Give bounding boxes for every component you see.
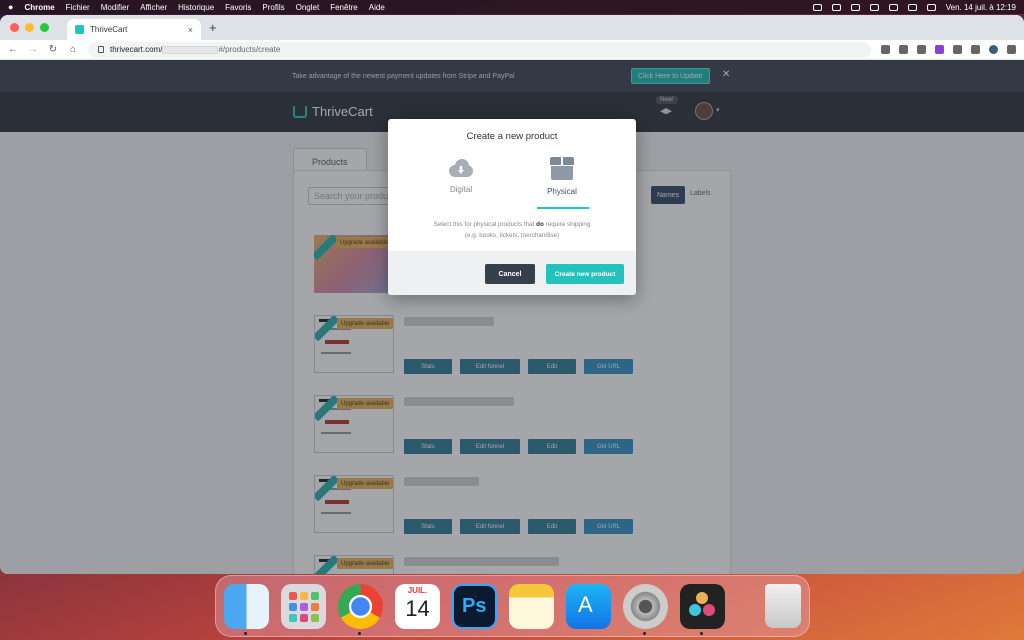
- option-digital-label: Digital: [449, 185, 473, 194]
- help-text-examples: (e.g. books, tickets, merchandise): [464, 232, 560, 239]
- macos-dock: JUIL. 14 Ps A: [215, 575, 810, 637]
- option-digital[interactable]: Digital: [421, 157, 501, 194]
- davinci-resolve-icon[interactable]: [680, 583, 725, 635]
- tab-title: ThriveCart: [90, 25, 128, 34]
- puzzle-icon[interactable]: [953, 45, 962, 54]
- menu-datetime[interactable]: Ven. 14 juil. à 12:19: [946, 3, 1016, 12]
- apple-menu-icon[interactable]: ●: [8, 2, 13, 12]
- cancel-button[interactable]: Cancel: [485, 264, 535, 284]
- tab-close-icon[interactable]: ×: [188, 25, 193, 35]
- menu-onglet[interactable]: Onglet: [296, 3, 320, 12]
- photoshop-icon[interactable]: Ps: [452, 583, 497, 629]
- calendar-day: 14: [405, 595, 430, 621]
- maximize-window-button[interactable]: [40, 23, 49, 32]
- create-product-modal: Create a new product Digital Physical Se…: [388, 119, 636, 295]
- option-help-text: Select this for physical products that d…: [388, 219, 636, 241]
- tab-strip: ThriveCart × +: [0, 15, 1024, 40]
- extension-toolbar: [881, 45, 1016, 54]
- menu-modifier[interactable]: Modifier: [101, 3, 129, 12]
- app-store-icon[interactable]: A: [566, 583, 611, 629]
- product-type-options: Digital Physical: [388, 157, 636, 209]
- extension-icon[interactable]: [935, 45, 944, 54]
- browser-window: ThriveCart × + ← → ↻ ⌂ thrivecart.com/ #/…: [0, 15, 1024, 574]
- kebab-menu-icon[interactable]: [1007, 45, 1016, 54]
- menu-historique[interactable]: Historique: [178, 3, 214, 12]
- help-text-emphasis: do: [536, 221, 544, 228]
- url-path: #/products/create: [218, 45, 281, 54]
- minimize-window-button[interactable]: [25, 23, 34, 32]
- trash-icon[interactable]: [765, 584, 801, 628]
- calendar-icon[interactable]: JUIL. 14: [395, 583, 440, 629]
- spotlight-icon[interactable]: [907, 3, 917, 11]
- notes-icon[interactable]: [509, 583, 554, 629]
- macos-menu-bar: ● Chrome Fichier Modifier Afficher Histo…: [0, 0, 1024, 14]
- selected-indicator: [537, 207, 589, 209]
- help-text-end: require shipping: [543, 221, 591, 228]
- modal-title: Create a new product: [466, 131, 558, 142]
- forward-icon[interactable]: →: [28, 44, 38, 55]
- control-center-icon[interactable]: [926, 3, 936, 11]
- bookmark-star-icon[interactable]: [899, 45, 908, 54]
- menu-favoris[interactable]: Favoris: [225, 3, 251, 12]
- modal-footer: Cancel Create new product: [388, 251, 636, 295]
- help-text-start: Select this for physical products that: [433, 221, 537, 228]
- menu-fichier[interactable]: Fichier: [66, 3, 90, 12]
- system-preferences-icon[interactable]: [623, 583, 668, 635]
- profile-avatar[interactable]: [989, 45, 998, 54]
- menu-aide[interactable]: Aide: [369, 3, 385, 12]
- status-icon[interactable]: [831, 3, 841, 11]
- new-tab-button[interactable]: +: [209, 20, 217, 35]
- url-host: thrivecart.com/: [110, 45, 163, 54]
- status-icon[interactable]: [812, 3, 822, 11]
- menu-fenetre[interactable]: Fenêtre: [330, 3, 358, 12]
- finder-icon[interactable]: [224, 583, 269, 635]
- back-icon[interactable]: ←: [8, 44, 18, 55]
- reload-icon[interactable]: ↻: [48, 44, 58, 55]
- url-input[interactable]: thrivecart.com/ #/products/create: [88, 41, 871, 58]
- chrome-icon[interactable]: [338, 583, 383, 635]
- extension-icon[interactable]: [917, 45, 926, 54]
- lock-icon[interactable]: [98, 46, 104, 53]
- cloud-download-icon: [447, 157, 475, 179]
- launchpad-icon[interactable]: [281, 583, 326, 629]
- wifi-icon[interactable]: [888, 3, 898, 11]
- redacted-url-segment: [162, 45, 219, 54]
- box-icon: [550, 157, 574, 181]
- address-bar: ← → ↻ ⌂ thrivecart.com/ #/products/create: [0, 40, 1024, 60]
- photoshop-label: Ps: [462, 594, 487, 617]
- web-page: Take advantage of the newest payment upd…: [0, 60, 1024, 574]
- option-physical-label: Physical: [547, 187, 577, 196]
- calendar-month: JUIL.: [407, 585, 428, 595]
- window-controls: [10, 23, 49, 32]
- menu-profils[interactable]: Profils: [262, 3, 284, 12]
- battery-icon[interactable]: [869, 3, 879, 11]
- create-product-button[interactable]: Create new product: [546, 264, 624, 284]
- menu-app-name[interactable]: Chrome: [24, 3, 54, 12]
- option-physical[interactable]: Physical: [522, 157, 602, 209]
- menu-afficher[interactable]: Afficher: [140, 3, 167, 12]
- close-window-button[interactable]: [10, 23, 19, 32]
- home-icon[interactable]: ⌂: [68, 44, 78, 55]
- bluetooth-icon[interactable]: [850, 3, 860, 11]
- browser-tab-thrivecart[interactable]: ThriveCart ×: [67, 19, 201, 40]
- share-icon[interactable]: [881, 45, 890, 54]
- app-store-glyph: A: [578, 591, 593, 617]
- thrivecart-favicon-icon: [75, 25, 84, 34]
- sidebar-icon[interactable]: [971, 45, 980, 54]
